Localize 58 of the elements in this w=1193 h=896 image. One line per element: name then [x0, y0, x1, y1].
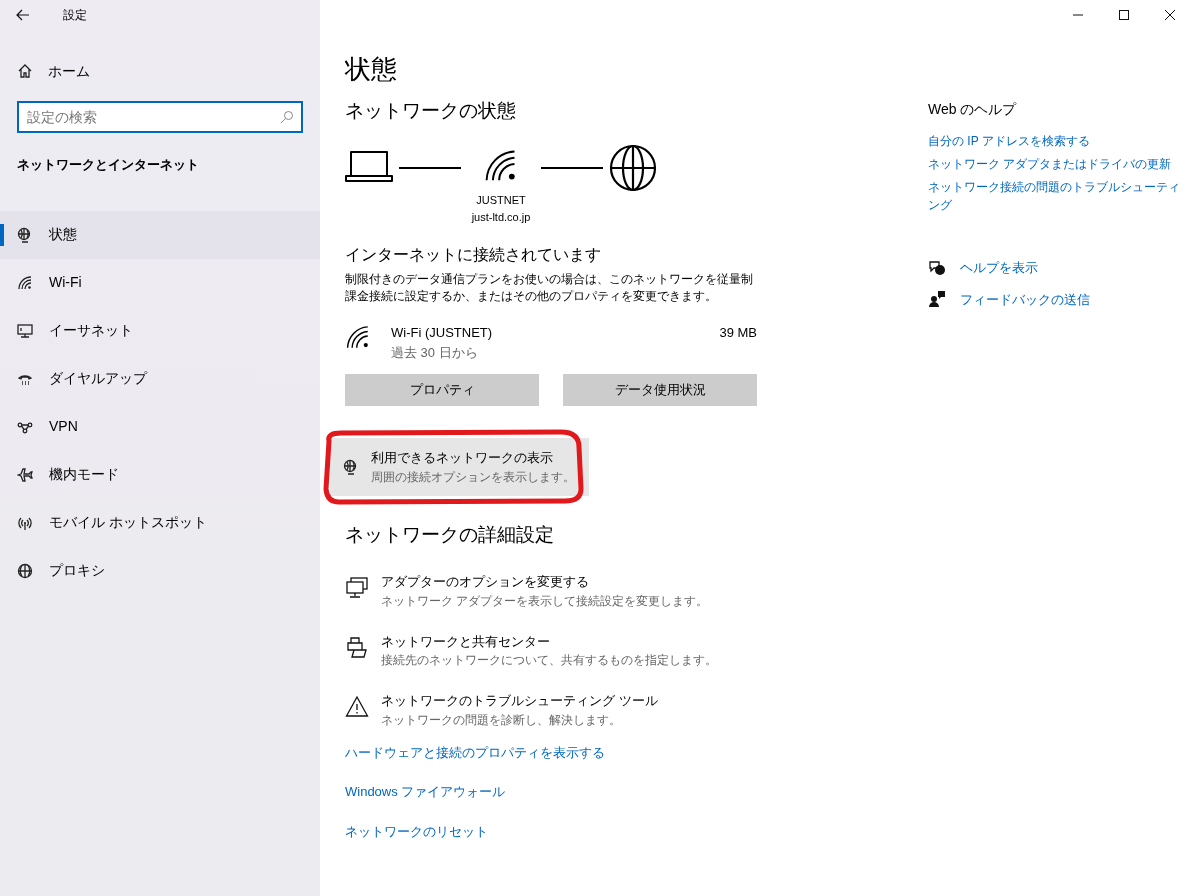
description-text: 制限付きのデータ通信プランをお使いの場合は、このネットワークを従量制課金接続に設定するか、またはその他のプロパティを変更できます。 — [345, 271, 754, 305]
nav-item[interactable]: イーサネット — [0, 306, 320, 355]
printer-folder-icon — [345, 635, 369, 660]
help-action-link[interactable]: フィードバックの送信 — [928, 289, 1090, 309]
settings-link-item[interactable]: ネットワークのトラブルシューティング ツール ネットワークの問題を診断し、解決します。 — [345, 691, 760, 729]
laptop-icon — [345, 150, 393, 184]
usage-amount: 39 MB — [719, 324, 757, 342]
help-action-link[interactable]: ヘルプを表示 — [928, 258, 1038, 278]
settings-link[interactable]: ハードウェアと接続のプロパティを表示する — [345, 742, 605, 762]
ethernet-icon — [17, 322, 33, 339]
connector-line — [399, 167, 461, 169]
help-chat-icon — [928, 258, 946, 277]
maximize-icon — [1119, 10, 1129, 20]
network-adapter-icon — [345, 576, 369, 600]
settings-link[interactable]: ネットワークのリセット — [345, 821, 488, 841]
wifi-icon — [17, 274, 33, 291]
section-heading: ネットワークの状態 — [345, 99, 517, 123]
globe-icon — [17, 562, 33, 579]
nav-item[interactable]: モバイル ホットスポット — [0, 498, 320, 547]
wifi-icon — [345, 323, 371, 349]
nav-item[interactable]: 機内モード — [0, 450, 320, 499]
settings-link-item[interactable]: ネットワークと共有センター 接続先のネットワークについて、共有するものを指定します。 — [345, 631, 760, 669]
help-link[interactable]: 自分の IP アドレスを検索する — [928, 132, 1184, 150]
section-heading: ネットワークとインターネット — [16, 156, 200, 174]
connection-status: インターネットに接続されています — [345, 245, 602, 265]
action-button[interactable]: データ使用状況 — [563, 374, 757, 406]
window-title: 設定 — [63, 7, 87, 24]
nav-item[interactable]: ダイヤルアップ — [0, 354, 320, 403]
section-heading: ネットワークの詳細設定 — [345, 523, 555, 547]
home-icon — [17, 63, 33, 79]
settings-link-item[interactable]: アダプターのオプションを変更する ネットワーク アダプターを表示して接続設定を変更します。 — [345, 572, 760, 610]
show-networks-button[interactable]: 利用できるネットワークの表示 周囲の接続オプションを表示します。 — [330, 438, 589, 496]
home-nav-item[interactable]: ホーム — [0, 56, 320, 86]
help-link[interactable]: ネットワーク接続の問題のトラブルシューティング — [928, 178, 1184, 214]
warning-icon — [345, 695, 369, 719]
globe-icon — [609, 144, 657, 192]
nav-item[interactable]: プロキシ — [0, 546, 320, 595]
page-title: 状態 — [345, 53, 398, 86]
help-heading: Web のヘルプ — [928, 100, 1018, 119]
connector-line — [541, 167, 603, 169]
network-domain: just-ltd.co.jp — [471, 209, 531, 225]
search-icon — [280, 110, 294, 124]
nav-item[interactable]: 状態 — [0, 210, 320, 259]
globe-monitor-icon — [17, 226, 33, 243]
close-icon — [1165, 10, 1175, 20]
action-button[interactable]: プロパティ — [345, 374, 539, 406]
feedback-icon — [928, 290, 946, 309]
back-arrow-icon — [16, 8, 30, 22]
nav-item[interactable]: Wi-Fi — [0, 258, 320, 307]
help-link[interactable]: ネットワーク アダプタまたはドライバの更新 — [928, 155, 1184, 173]
nav-item[interactable]: VPN — [0, 402, 320, 451]
settings-link[interactable]: Windows ファイアウォール — [345, 782, 506, 802]
network-name: JUSTNET — [476, 193, 526, 208]
search-field[interactable]: 設定の検索 — [17, 101, 303, 133]
globe-monitor-icon — [343, 459, 359, 475]
airplane-icon — [17, 466, 33, 483]
connection-name: Wi-Fi (JUSTNET) — [391, 324, 494, 342]
usage-period: 過去 30 日から — [391, 343, 479, 362]
